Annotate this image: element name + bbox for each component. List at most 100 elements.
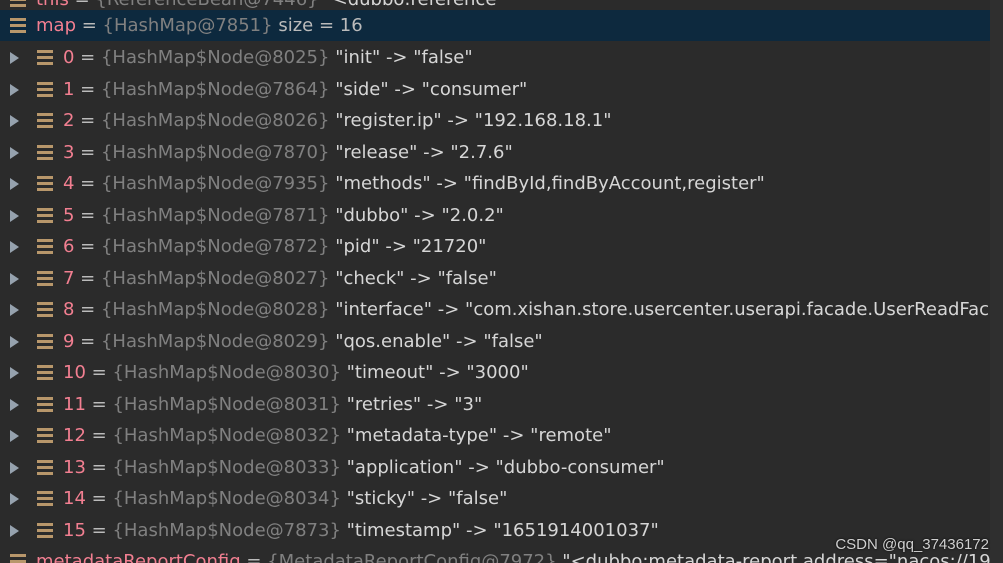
node-type: {HashMap$Node@8026} [100,110,330,131]
map-entry-row[interactable]: 13 = {HashMap$Node@8033} "application" -… [0,452,990,483]
entry-index: 4 [63,173,75,194]
field-name: map [36,15,76,36]
expand-arrow-icon[interactable] [10,493,19,505]
entry-value: "timeout" -> "3000" [340,362,529,383]
node-type: {HashMap$Node@7870} [100,142,330,163]
field-icon [37,176,53,191]
node-type: {HashMap$Node@7872} [100,236,330,257]
expand-arrow-icon[interactable] [10,462,19,474]
expand-arrow-icon[interactable] [10,399,19,411]
entry-index: 2 [63,110,75,131]
field-icon [37,365,53,380]
expand-arrow-icon[interactable] [10,336,19,348]
field-icon [37,145,53,160]
tree-row-map[interactable]: map = {HashMap@7851} size = 16 [0,10,990,41]
expand-arrow-icon[interactable] [10,52,19,64]
map-entry-row[interactable]: 3 = {HashMap$Node@7870} "release" -> "2.… [0,137,990,168]
map-entry-row[interactable]: 14 = {HashMap$Node@8034} "sticky" -> "fa… [0,483,990,514]
expand-arrow-icon[interactable] [10,115,19,127]
entry-index: 3 [63,142,75,163]
field-icon [37,271,53,286]
equals-sign: = [76,15,103,36]
equals-sign: = [85,394,113,415]
expand-arrow-icon[interactable] [10,304,19,316]
entry-index: 7 [63,268,75,289]
map-entry-row[interactable]: 0 = {HashMap$Node@8025} "init" -> "false… [0,42,990,73]
expand-arrow-icon[interactable] [10,84,19,96]
node-type: {HashMap$Node@8028} [100,299,330,320]
variables-tree: this = {ReferenceBean@7446} "<dubbo:refe… [0,0,1003,563]
vertical-scrollbar[interactable] [990,0,1003,563]
entry-value: "pid" -> "21720" [329,236,487,257]
entry-value: "metadata-type" -> "remote" [340,425,612,446]
equals-sign: = [85,425,113,446]
map-entry-row[interactable]: 10 = {HashMap$Node@8030} "timeout" -> "3… [0,357,990,388]
expand-arrow-icon[interactable] [10,178,19,190]
entry-index: 6 [63,236,75,257]
equals-sign: = [74,268,101,289]
row-text: 6 = {HashMap$Node@7872} "pid" -> "21720" [63,231,486,262]
entry-index: 9 [63,331,75,352]
row-text: 11 = {HashMap$Node@8031} "retries" -> "3… [63,389,482,420]
equals-sign: = [85,457,113,478]
expand-arrow-icon[interactable] [10,147,19,159]
entry-value: "init" -> "false" [329,47,473,68]
entry-index: 13 [63,457,86,478]
map-entry-row[interactable]: 9 = {HashMap$Node@8029} "qos.enable" -> … [0,326,990,357]
expand-arrow-icon[interactable] [10,241,19,253]
expand-arrow-icon[interactable] [10,273,19,285]
entry-value: "methods" -> "findById,findByAccount,reg… [329,173,765,194]
map-entry-row[interactable]: 4 = {HashMap$Node@7935} "methods" -> "fi… [0,168,990,199]
expand-arrow-icon[interactable] [10,430,19,442]
entry-value: "register.ip" -> "192.168.18.1" [329,110,612,131]
equals-sign: = [240,551,268,563]
entry-index: 1 [63,79,75,100]
map-entry-row[interactable]: 12 = {HashMap$Node@8032} "metadata-type"… [0,420,990,451]
equals-sign: = [74,205,101,226]
row-text: 4 = {HashMap$Node@7935} "methods" -> "fi… [63,168,765,199]
map-entry-row[interactable]: 5 = {HashMap$Node@7871} "dubbo" -> "2.0.… [0,200,990,231]
node-type: {HashMap$Node@8033} [112,457,341,478]
entry-index: 10 [63,362,86,383]
map-entry-row[interactable]: 8 = {HashMap$Node@8028} "interface" -> "… [0,294,990,325]
entry-value: "side" -> "consumer" [329,79,528,100]
entry-index: 14 [63,488,86,509]
equals-sign: = [74,79,101,100]
equals-sign: = [74,173,101,194]
row-text: 0 = {HashMap$Node@8025} "init" -> "false… [63,42,473,73]
row-text: 3 = {HashMap$Node@7870} "release" -> "2.… [63,137,513,168]
field-icon [37,491,53,506]
row-text: 8 = {HashMap$Node@8028} "interface" -> "… [63,294,990,325]
equals-sign: = [85,488,113,509]
expand-arrow-icon[interactable] [10,367,19,379]
field-icon [37,523,53,538]
entry-value: "interface" -> "com.xishan.store.usercen… [329,299,990,320]
map-size: size = 16 [272,15,363,36]
field-icon [37,113,53,128]
entry-index: 11 [63,394,86,415]
equals-sign: = [74,331,101,352]
entry-index: 8 [63,299,75,320]
object-type: {MetadataReportConfig@7972} [267,551,557,563]
row-text: 2 = {HashMap$Node@8026} "register.ip" ->… [63,105,611,136]
map-entry-row[interactable]: 1 = {HashMap$Node@7864} "side" -> "consu… [0,74,990,105]
expand-arrow-icon[interactable] [10,210,19,222]
row-text: 15 = {HashMap$Node@7873} "timestamp" -> … [63,515,659,546]
map-entry-row[interactable]: 7 = {HashMap$Node@8027} "check" -> "fals… [0,263,990,294]
field-icon [10,18,26,33]
field-name: metadataReportConfig [36,551,241,563]
entry-value: "retries" -> "3" [340,394,483,415]
map-entry-row[interactable]: 6 = {HashMap$Node@7872} "pid" -> "21720" [0,231,990,262]
node-type: {HashMap$Node@8030} [112,362,341,383]
entry-value: "sticky" -> "false" [340,488,508,509]
node-type: {HashMap$Node@8031} [112,394,341,415]
field-icon [37,208,53,223]
node-type: {HashMap$Node@8025} [100,47,330,68]
entry-value: "release" -> "2.7.6" [329,142,513,163]
map-entry-row[interactable]: 11 = {HashMap$Node@8031} "retries" -> "3… [0,389,990,420]
node-type: {HashMap$Node@7873} [112,520,341,541]
expand-arrow-icon[interactable] [10,525,19,537]
equals-sign: = [69,0,96,10]
row-text: 5 = {HashMap$Node@7871} "dubbo" -> "2.0.… [63,200,504,231]
map-entry-row[interactable]: 2 = {HashMap$Node@8026} "register.ip" ->… [0,105,990,136]
